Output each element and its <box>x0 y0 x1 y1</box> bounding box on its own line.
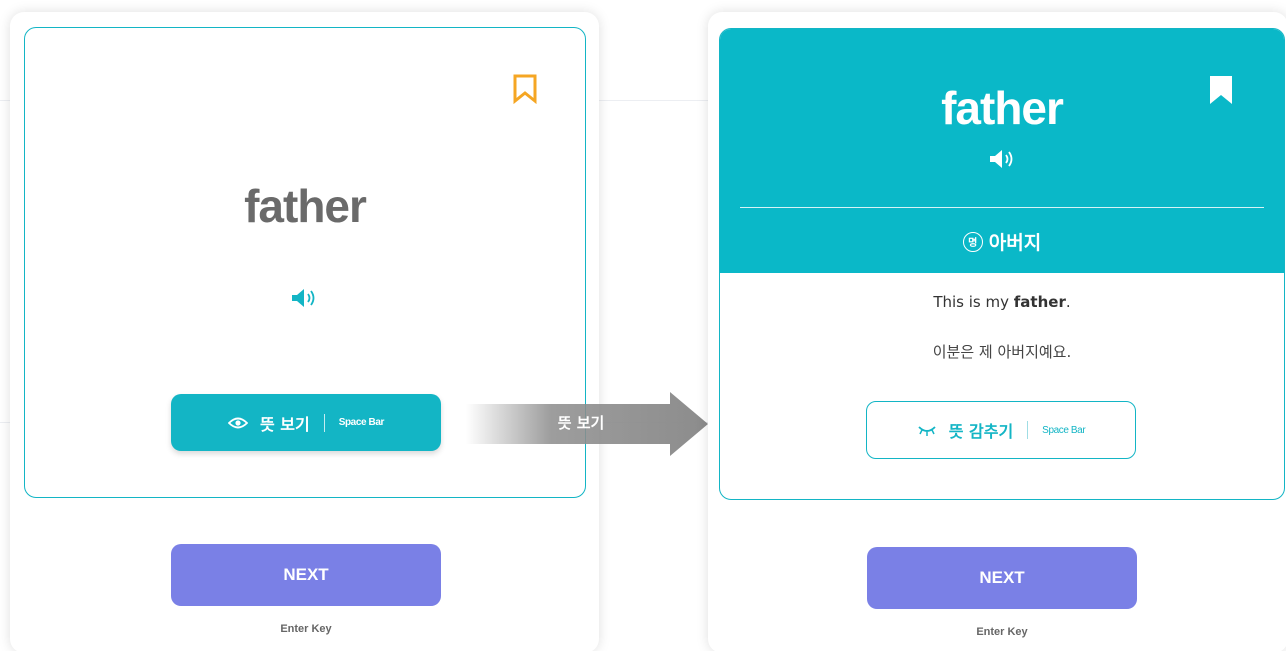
example-prefix: This is my <box>933 293 1014 311</box>
flashcard-back: father 명 아버지 This is my father. 이분은 제 아버… <box>719 28 1285 500</box>
button-divider <box>323 413 325 432</box>
speaker-icon[interactable] <box>290 287 320 309</box>
meaning-text: 아버지 <box>988 232 1042 254</box>
example-translation: 이분은 제 아버지예요. <box>932 343 1072 361</box>
example-suffix: . <box>1065 293 1071 311</box>
example-highlight: father <box>1013 293 1066 311</box>
next-button[interactable]: NEXT <box>867 547 1137 609</box>
hide-meaning-label: 뜻 감추기 <box>948 422 1014 441</box>
next-button[interactable]: NEXT <box>171 544 441 606</box>
bookmark-filled-icon[interactable] <box>1208 75 1234 105</box>
show-meaning-button[interactable]: 뜻 보기 Space Bar <box>171 394 441 451</box>
flashcard-header: father 명 아버지 <box>720 29 1284 273</box>
eye-closed-icon <box>918 426 936 436</box>
enter-key-hint: Enter Key <box>976 626 1028 638</box>
flashcard-front-panel: father 뜻 보기 Space Bar NEXT Enter Key <box>10 12 599 651</box>
space-bar-hint: Space Bar <box>338 417 385 428</box>
arrow-label: 뜻 보기 <box>557 414 605 432</box>
space-bar-hint: Space Bar <box>1042 424 1086 436</box>
enter-key-hint: Enter Key <box>280 623 332 635</box>
header-divider <box>740 207 1264 208</box>
bookmark-outline-icon[interactable] <box>512 74 538 104</box>
example-sentence: This is my father. <box>720 293 1284 311</box>
hide-meaning-button[interactable]: 뜻 감추기 Space Bar <box>866 401 1136 459</box>
part-of-speech-badge: 명 <box>962 231 983 252</box>
word-text: father <box>244 180 367 232</box>
flashcard-back-panel: father 명 아버지 This is my father. 이분은 제 아버… <box>708 12 1286 651</box>
eye-icon <box>227 417 248 428</box>
meaning-row: 명 아버지 <box>720 228 1284 255</box>
button-divider <box>1027 421 1029 439</box>
speaker-icon[interactable] <box>988 148 1018 170</box>
show-meaning-label: 뜻 보기 <box>259 414 310 434</box>
word-text: father <box>941 82 1064 134</box>
